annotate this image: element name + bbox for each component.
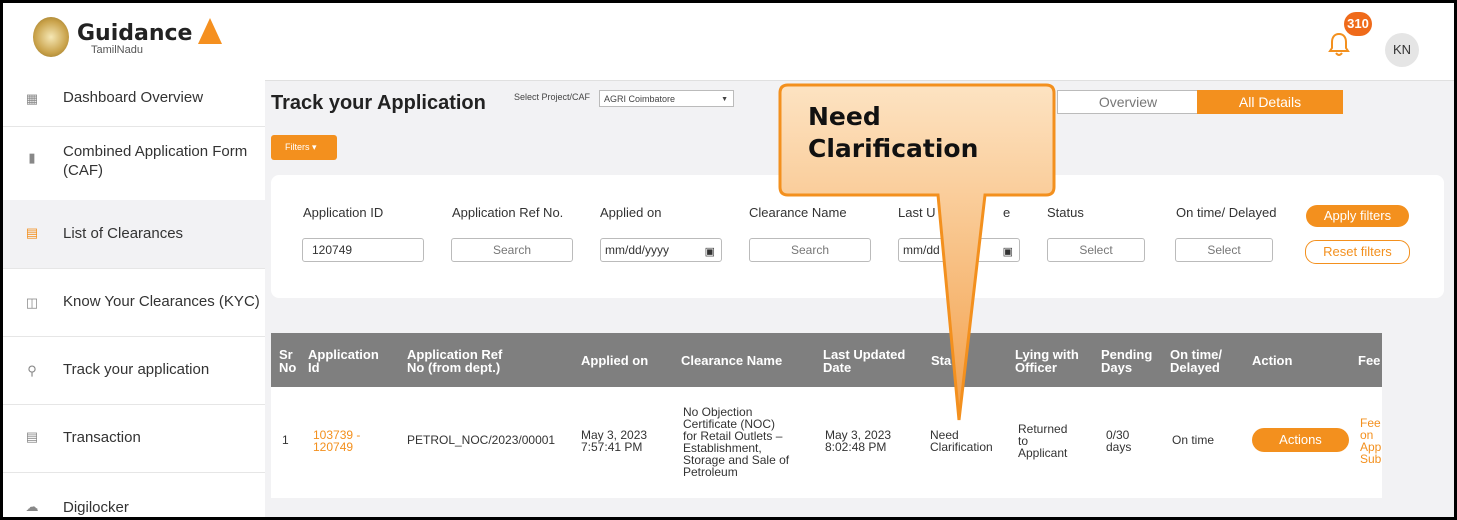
filter-label-ref-no: Application Ref No.	[452, 205, 564, 220]
reset-filters-button[interactable]: Reset filters	[1305, 240, 1410, 264]
col-header-action: Action	[1252, 353, 1293, 368]
cell-lying-with: Returned to Applicant	[1018, 422, 1068, 460]
dashboard-icon: ▦	[25, 91, 39, 106]
sidebar-item-digilocker[interactable]: ☁ Digilocker	[3, 472, 265, 517]
logo-title: Guidance	[77, 18, 223, 45]
col-header-applied-on: Applied on	[581, 353, 649, 368]
table-header: Sr No Application Id Application Ref No (fr…	[271, 333, 1382, 387]
apply-filters-button[interactable]: Apply filters	[1306, 205, 1409, 227]
logo[interactable]: Guidance TamilNadu	[33, 17, 223, 57]
cell-status: Need Clarification	[930, 428, 993, 454]
sidebar-item-dashboard[interactable]: ▦ Dashboard Overview	[3, 80, 265, 127]
page-title: Track your Application	[271, 92, 486, 114]
callout-text: Need Clarification	[808, 102, 979, 163]
filter-label-clearance-name: Clearance Name	[749, 205, 847, 220]
applications-table: Sr No Application Id Application Ref No (fr…	[271, 333, 1382, 498]
transaction-icon: ▤	[25, 429, 39, 444]
col-header-clearance-name: Clearance Name	[681, 353, 783, 368]
col-header-ontime: On time/Delayed	[1170, 347, 1223, 375]
chevron-down-icon: ▾	[312, 142, 317, 152]
calendar-icon[interactable]: ▣	[1003, 241, 1013, 263]
filter-label-status: Status	[1047, 205, 1084, 220]
top-bar: Guidance TamilNadu 310 KN	[3, 3, 1454, 81]
select-project-label: Select Project/CAF	[514, 92, 591, 102]
logo-subtitle: TamilNadu	[91, 44, 143, 56]
cell-applied-on: May 3, 2023 7:57:41 PM	[581, 428, 648, 454]
applied-on-date-input[interactable]: mm/dd/yyyy ▣	[600, 238, 722, 262]
bell-icon[interactable]	[1328, 31, 1350, 57]
filter-label-last-updated-suffix: e	[1003, 205, 1011, 220]
sidebar: ▦ Dashboard Overview ▮ Combined Applicat…	[3, 80, 265, 517]
filter-label-ontime: On time/ Delayed	[1176, 205, 1277, 220]
cell-last-updated: May 3, 2023 8:02:48 PM	[825, 428, 892, 454]
col-header-pending-days: Pending Days	[1101, 347, 1153, 375]
cell-ref-no: PETROL_NOC/2023/00001	[407, 433, 556, 447]
avatar[interactable]: KN	[1385, 33, 1419, 67]
col-header-last-updated: Last Updated Date	[823, 347, 906, 375]
sidebar-item-kyc[interactable]: ◫ Know Your Clearances (KYC)	[3, 268, 265, 337]
cell-sr: 1	[282, 433, 289, 447]
sidebar-item-track[interactable]: ⚲ Track your application	[3, 336, 265, 405]
location-pin-icon: ⚲	[27, 363, 37, 378]
filter-label-app-id: Application ID	[303, 205, 384, 220]
col-header-app-id: Application Id	[308, 347, 379, 375]
cell-ontime: On time	[1172, 433, 1215, 447]
emblem-icon	[33, 17, 69, 57]
col-header-status: Sta	[931, 353, 952, 368]
cell-pending-days: 0/30 days	[1106, 428, 1132, 454]
cloud-icon: ☁	[25, 499, 39, 514]
document-icon: ▮	[28, 150, 36, 165]
calendar-icon[interactable]: ▣	[705, 241, 715, 263]
tab-all-details[interactable]: All Details	[1197, 90, 1343, 114]
col-header-lying-with: Lying with Officer	[1015, 347, 1079, 375]
filter-label-last-updated: Last U	[898, 205, 936, 220]
sidebar-item-clearances[interactable]: ▤ List of Clearances	[3, 200, 265, 269]
col-header-ref-no: Application Ref No (from dept.)	[407, 347, 503, 375]
actions-button[interactable]: Actions	[1252, 428, 1349, 452]
ontime-select[interactable]: Select	[1175, 238, 1273, 262]
status-select[interactable]: Select	[1047, 238, 1145, 262]
book-icon: ◫	[25, 295, 39, 310]
cell-clearance-name: No Objection Certificate (NOC) for Retail …	[683, 405, 790, 479]
ref-no-input[interactable]: Search	[451, 238, 573, 262]
sidebar-item-caf[interactable]: ▮ Combined Application Form (CAF)	[3, 126, 265, 201]
cell-fee-link[interactable]: Fee on App Sub	[1360, 417, 1381, 465]
flag-icon	[198, 18, 223, 44]
clearance-name-input[interactable]: Search	[749, 238, 871, 262]
project-select[interactable]: AGRI Coimbatore ▼	[599, 90, 734, 107]
app-frame: Guidance TamilNadu 310 KN ▦ Dashboard Ov…	[0, 0, 1457, 520]
tab-overview[interactable]: Overview	[1057, 90, 1199, 114]
list-icon: ▤	[25, 225, 39, 240]
notification-badge[interactable]: 310	[1344, 12, 1372, 36]
last-updated-date-input[interactable]: mm/dd ▣	[898, 238, 1020, 262]
cell-app-id-link[interactable]: 103739 -120749	[313, 429, 360, 453]
filters-button[interactable]: Filters ▾	[271, 135, 337, 160]
col-header-sr: Sr No	[279, 347, 297, 375]
filter-label-applied-on: Applied on	[600, 205, 662, 220]
application-id-input[interactable]: 120749	[302, 238, 424, 262]
col-header-fee: Fee	[1358, 353, 1381, 368]
chevron-down-icon: ▼	[721, 96, 728, 103]
sidebar-item-transaction[interactable]: ▤ Transaction	[3, 404, 265, 473]
